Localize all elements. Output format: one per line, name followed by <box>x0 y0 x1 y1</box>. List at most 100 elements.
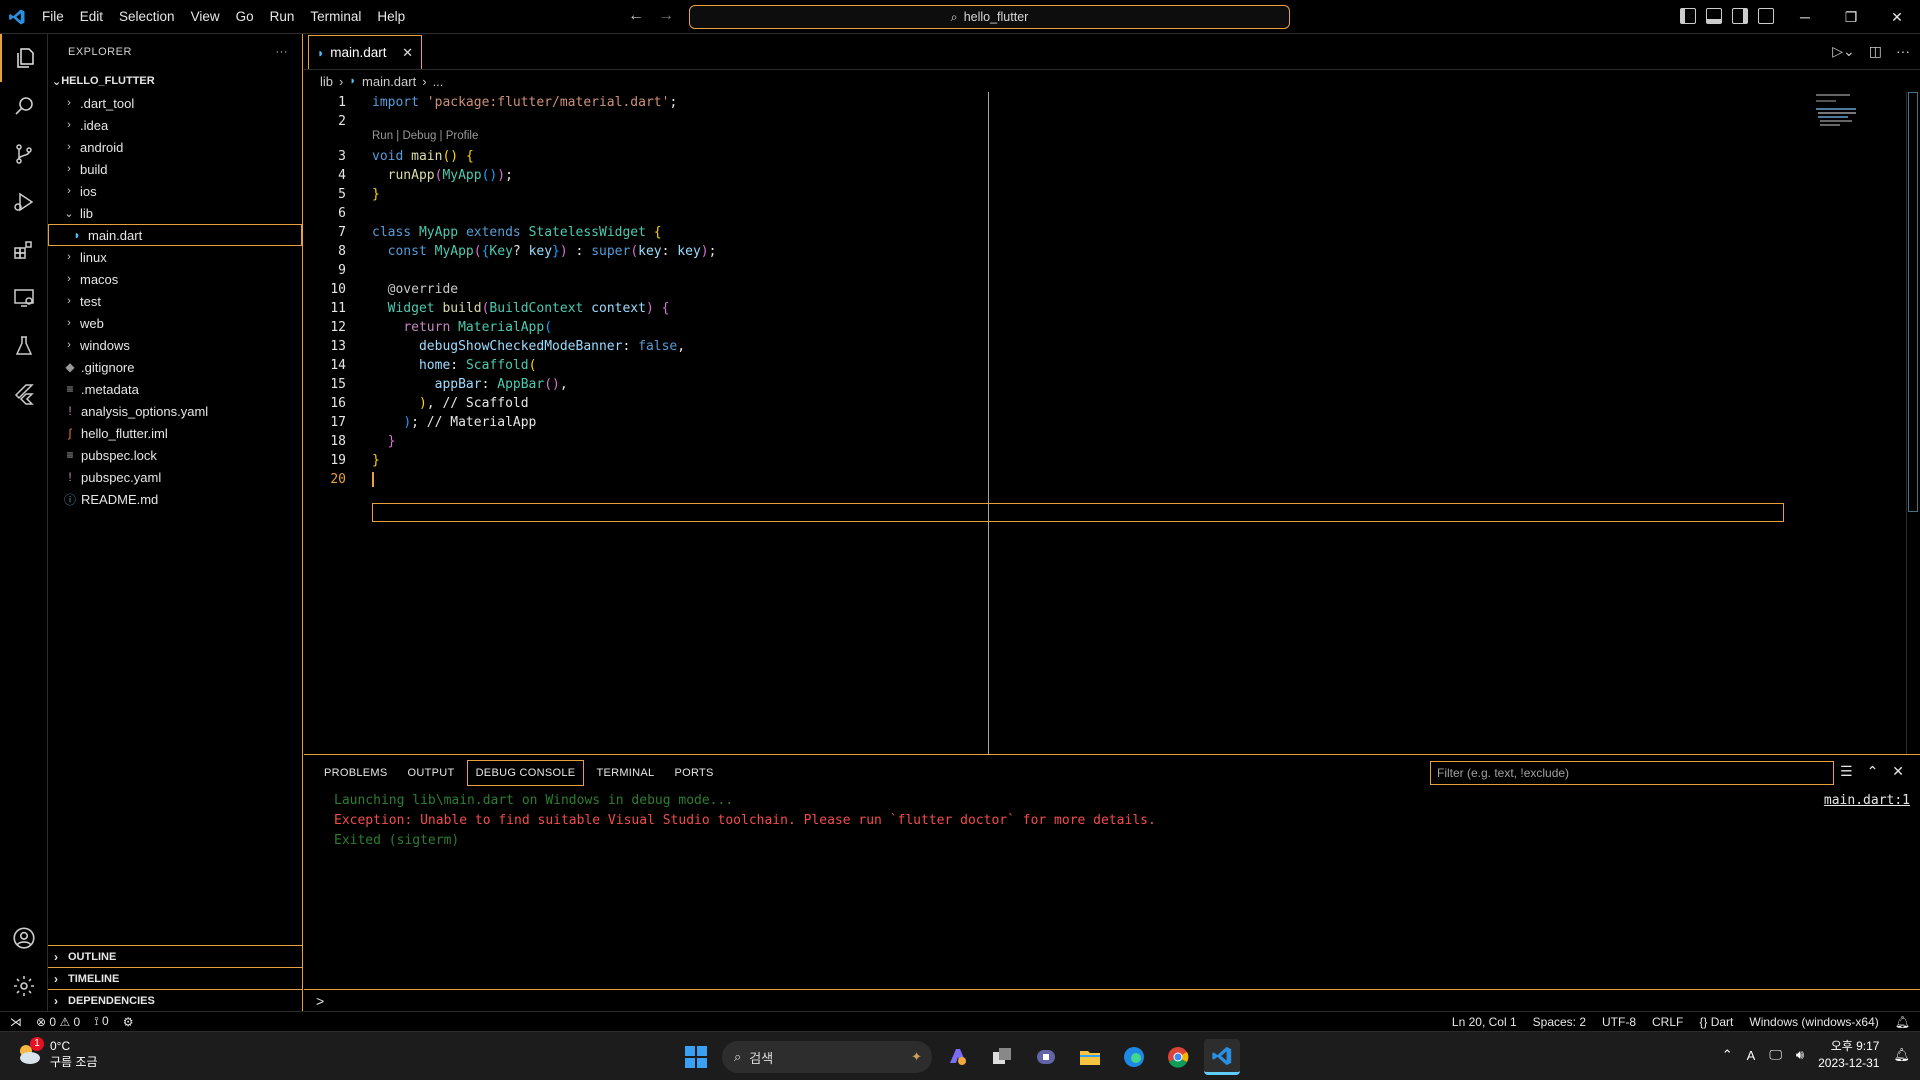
tree-item-iml[interactable]: ʃ hello_flutter.iml <box>48 422 302 444</box>
clear-console-icon[interactable]: ☰ <box>1840 763 1853 780</box>
tree-item-android[interactable]: › android <box>48 136 302 158</box>
account-icon[interactable] <box>0 914 48 962</box>
explorer-icon[interactable] <box>0 34 48 82</box>
customize-layout-icon[interactable] <box>1758 8 1774 24</box>
input-method-indicator[interactable]: A <box>1747 1048 1756 1063</box>
timeline-section[interactable]: › TIMELINE <box>48 967 302 989</box>
tree-item-pubspec-lock[interactable]: ≡ pubspec.lock <box>48 444 302 466</box>
debug-console-input[interactable]: > <box>304 989 1920 1011</box>
close-icon[interactable]: ✕ <box>402 45 413 61</box>
menu-go[interactable]: Go <box>228 9 262 24</box>
volume-icon[interactable]: 🔊︎ <box>1796 1047 1804 1063</box>
tree-item-dart-tool[interactable]: › .dart_tool <box>48 92 302 114</box>
tree-item-build[interactable]: › build <box>48 158 302 180</box>
run-debug-icon[interactable] <box>0 178 48 226</box>
vscode-taskbar-icon[interactable] <box>1204 1039 1240 1075</box>
task-view-icon[interactable] <box>984 1039 1020 1075</box>
split-editor-icon[interactable]: ◫ <box>1869 43 1882 60</box>
language-mode[interactable]: {} Dart <box>1699 1015 1733 1029</box>
minimap[interactable] <box>1816 94 1906 154</box>
notifications-bell-icon[interactable]: 🔔︎ <box>1893 1047 1910 1063</box>
menu-help[interactable]: Help <box>369 9 413 24</box>
flutter-icon[interactable] <box>0 370 48 418</box>
workspace-root[interactable]: ⌄ HELLO_FLUTTER <box>48 70 302 92</box>
menu-edit[interactable]: Edit <box>72 9 111 24</box>
tree-item-gitignore[interactable]: ◆ .gitignore <box>48 356 302 378</box>
indentation[interactable]: Spaces: 2 <box>1533 1015 1586 1029</box>
forward-arrow-icon[interactable]: → <box>658 7 674 25</box>
testing-icon[interactable] <box>0 322 48 370</box>
close-panel-icon[interactable]: ✕ <box>1892 763 1904 780</box>
menu-view[interactable]: View <box>183 9 228 24</box>
restore-icon[interactable]: ❐ <box>1828 0 1874 34</box>
maximize-panel-icon[interactable]: ⌃ <box>1867 763 1879 780</box>
dependencies-section[interactable]: › DEPENDENCIES <box>48 989 302 1011</box>
close-window-icon[interactable]: ✕ <box>1874 0 1920 34</box>
toggle-secondary-sidebar-icon[interactable] <box>1732 8 1748 24</box>
taskbar-search[interactable]: ⌕ 검색 ✦ <box>722 1041 932 1073</box>
breadcrumb-main-dart[interactable]: main.dart <box>362 74 416 89</box>
toggle-panel-icon[interactable] <box>1706 8 1722 24</box>
breadcrumb-symbol[interactable]: ... <box>433 74 444 89</box>
toggle-primary-sidebar-icon[interactable] <box>1680 8 1696 24</box>
teams-chat-icon[interactable] <box>1028 1039 1064 1075</box>
tab-problems[interactable]: PROBLEMS <box>316 761 396 785</box>
tree-item-idea[interactable]: › .idea <box>48 114 302 136</box>
show-hidden-icons-icon[interactable]: ⌃ <box>1722 1047 1733 1063</box>
code-editor[interactable]: 1 import 'package:flutter/material.dart';… <box>304 92 1920 754</box>
console-filter-input[interactable]: Filter (e.g. text, !exclude) <box>1430 761 1834 785</box>
tab-terminal[interactable]: TERMINAL <box>588 761 662 785</box>
debug-icon[interactable]: ⚙ <box>123 1015 134 1029</box>
copilot-icon[interactable] <box>940 1039 976 1075</box>
problems-indicator[interactable]: ⊗ 0 ⚠ 0 <box>36 1015 80 1029</box>
menu-selection[interactable]: Selection <box>111 9 183 24</box>
editor-scrollbar[interactable] <box>1906 92 1920 754</box>
edge-browser-icon[interactable] <box>1116 1039 1152 1075</box>
line-endings[interactable]: CRLF <box>1652 1015 1683 1029</box>
tree-item-analysis-options[interactable]: ! analysis_options.yaml <box>48 400 302 422</box>
network-icon[interactable]: 🖵︎ <box>1769 1047 1782 1063</box>
minimize-icon[interactable]: ─ <box>1782 0 1828 34</box>
encoding[interactable]: UTF-8 <box>1602 1015 1636 1029</box>
cursor-position[interactable]: Ln 20, Col 1 <box>1452 1015 1517 1029</box>
source-link[interactable]: main.dart:1 <box>1824 791 1910 811</box>
notifications-bell-icon[interactable]: 🔔︎ <box>1895 1015 1910 1029</box>
menu-file[interactable]: File <box>34 9 72 24</box>
tree-item-main-dart[interactable]: ◗ main.dart <box>48 224 302 246</box>
tree-item-ios[interactable]: › ios <box>48 180 302 202</box>
settings-gear-icon[interactable] <box>0 962 48 1010</box>
outline-section[interactable]: › OUTLINE <box>48 945 302 967</box>
tab-output[interactable]: OUTPUT <box>400 761 463 785</box>
tab-main-dart[interactable]: ◗ main.dart ✕ <box>308 35 422 69</box>
breadcrumb-lib[interactable]: lib <box>320 74 333 89</box>
chrome-browser-icon[interactable] <box>1160 1039 1196 1075</box>
clock[interactable]: 오후 9:17 2023-12-31 <box>1818 1038 1879 1072</box>
command-center-search[interactable]: ⌕ hello_flutter <box>689 5 1290 29</box>
tree-item-linux[interactable]: › linux <box>48 246 302 268</box>
tree-item-metadata[interactable]: ≡ .metadata <box>48 378 302 400</box>
codelens-run-debug-profile[interactable]: Run | Debug | Profile <box>372 130 478 142</box>
tree-item-web[interactable]: › web <box>48 312 302 334</box>
tree-item-readme[interactable]: ⓘ README.md <box>48 488 302 510</box>
remote-explorer-icon[interactable] <box>0 274 48 322</box>
tree-item-pubspec-yaml[interactable]: ! pubspec.yaml <box>48 466 302 488</box>
tree-item-windows[interactable]: › windows <box>48 334 302 356</box>
run-icon[interactable]: ▷⌄ <box>1832 43 1855 60</box>
back-arrow-icon[interactable]: ← <box>628 7 644 25</box>
file-explorer-icon[interactable] <box>1072 1039 1108 1075</box>
tree-item-macos[interactable]: › macos <box>48 268 302 290</box>
scrollbar-thumb[interactable] <box>1908 92 1918 512</box>
more-actions-icon[interactable]: ··· <box>1896 43 1910 60</box>
windows-start-icon[interactable] <box>678 1039 714 1075</box>
extensions-icon[interactable] <box>0 226 48 274</box>
search-icon[interactable] <box>0 82 48 130</box>
tree-item-lib[interactable]: ⌄ lib <box>48 202 302 224</box>
device-selector[interactable]: Windows (windows-x64) <box>1749 1015 1878 1029</box>
ports-indicator[interactable]: ⟟ 0 <box>94 1014 109 1029</box>
menu-run[interactable]: Run <box>262 9 303 24</box>
tree-item-test[interactable]: › test <box>48 290 302 312</box>
weather-widget[interactable]: 1 0°C 구름 조금 <box>16 1037 98 1070</box>
tab-debug-console[interactable]: DEBUG CONSOLE <box>466 760 585 786</box>
remote-indicator-icon[interactable]: ⋊ <box>10 1015 22 1029</box>
tab-ports[interactable]: PORTS <box>666 761 721 785</box>
